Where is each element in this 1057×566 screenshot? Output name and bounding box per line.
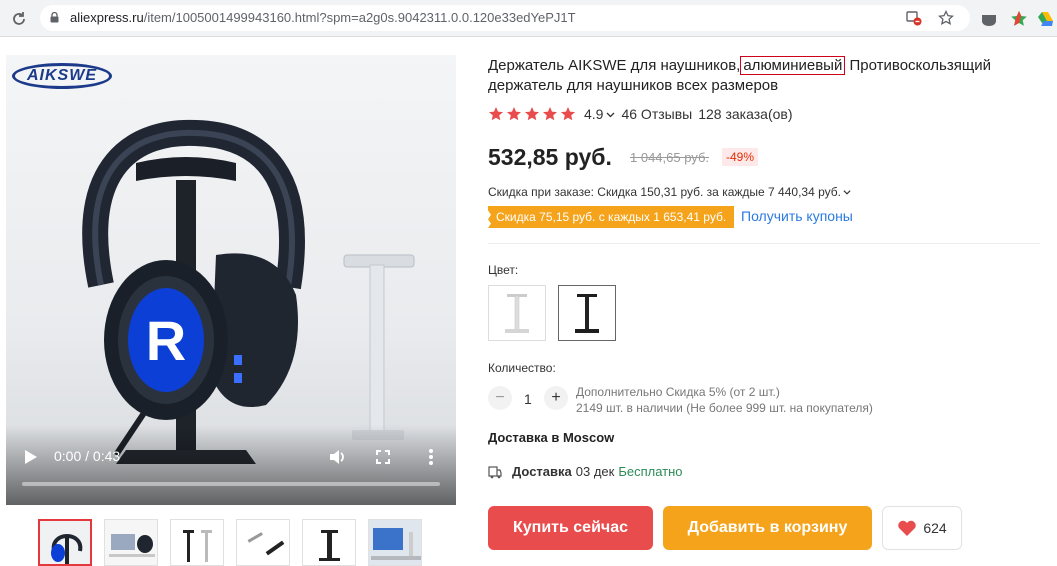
thumbnail-3[interactable] [170,519,224,566]
extension-star-icon[interactable] [1010,10,1028,28]
color-swatch-white[interactable] [488,285,546,341]
divider [488,243,1040,244]
thumbnail-1[interactable] [38,519,92,566]
thumbnail-4[interactable] [236,519,290,566]
rating-row: 4.9 46 Отзывы 128 заказа(ов) [488,104,793,124]
delivery-icon [488,465,502,478]
play-icon[interactable] [24,449,38,465]
wishlist-count: 624 [923,520,947,536]
discount-badge: -49% [722,148,759,166]
buy-now-button[interactable]: Купить сейчас [488,506,653,550]
chevron-down-icon[interactable] [606,110,615,119]
blocked-content-icon[interactable] [906,10,922,26]
thumbnail-5[interactable] [302,519,356,566]
thumb-headphones-icon [40,521,90,564]
thumb-parts-icon [237,520,289,565]
address-bar[interactable]: aliexpress.ru/item/1005001499943160.html… [40,5,970,31]
quantity-info: Дополнительно Скидка 5% (от 2 шт.) 2149 … [576,385,873,415]
coupon-badge: Скидка 75,15 руб. с каждых 1 653,41 руб. [488,206,735,228]
thumbnail-strip [38,519,438,566]
reviews-link[interactable]: 46 Отзывы [621,106,692,122]
quantity-decrease-button[interactable]: − [488,386,512,410]
current-price: 532,85 руб. [488,144,612,170]
black-stand-icon [575,294,599,333]
video-time: 0:00 / 0:43 [54,448,121,464]
title-highlight: алюминиевый [740,56,846,75]
thumbnail-6[interactable] [368,519,422,566]
add-to-cart-button[interactable]: Добавить в корзину [663,506,872,550]
star-icon [507,107,521,121]
cast-extension-icon[interactable] [980,10,998,28]
wishlist-button[interactable]: 624 [882,506,962,550]
product-video[interactable]: R AIKSWE 0:00 / 0:43 [6,55,456,505]
thumbnail-2[interactable] [104,519,158,566]
quantity-value[interactable]: 1 [524,391,532,407]
video-progress-bar[interactable] [22,482,440,486]
volume-icon[interactable] [328,448,346,466]
svg-text:R: R [146,309,186,372]
delivery-destination[interactable]: Доставка в Moscow [488,430,614,445]
color-label: Цвет: [488,263,519,277]
heart-icon [898,520,917,536]
star-icon [543,107,557,121]
quantity-increase-button[interactable]: + [544,386,568,410]
white-stand-icon [505,294,529,333]
bookmark-star-icon[interactable] [938,10,954,26]
fullscreen-icon[interactable] [376,450,390,464]
quantity-label: Количество: [488,361,556,375]
drive-icon[interactable] [1036,10,1054,28]
rating-value[interactable]: 4.9 [584,106,603,122]
brand-logo: AIKSWE [12,63,112,89]
old-price: 1 044,65 руб. [630,150,710,165]
more-options-icon[interactable] [428,448,434,466]
video-controls-bar [6,425,456,505]
thumb-desk-icon [105,520,157,565]
browser-toolbar: aliexpress.ru/item/1005001499943160.html… [0,0,1057,37]
lock-icon [50,12,59,23]
thumb-monitor-icon [369,520,421,565]
delivery-row: Доставка 03 дек Бесплатно [488,464,683,479]
thumb-dimensions-icon [303,520,355,565]
color-swatch-black[interactable] [558,285,616,341]
star-icon [489,107,503,121]
url-text: aliexpress.ru/item/1005001499943160.html… [70,10,576,25]
orders-count: 128 заказа(ов) [698,106,793,122]
thumb-stands-icon [171,520,223,565]
star-icon [525,107,539,121]
reload-icon[interactable] [10,10,28,28]
order-discount[interactable]: Скидка при заказе: Скидка 150,31 руб. за… [488,185,851,199]
get-coupons-link[interactable]: Получить купоны [741,208,853,224]
chevron-down-icon [843,190,851,195]
product-title: Держатель AIKSWE для наушников, алюминиев… [488,56,991,94]
star-icon [561,107,575,121]
